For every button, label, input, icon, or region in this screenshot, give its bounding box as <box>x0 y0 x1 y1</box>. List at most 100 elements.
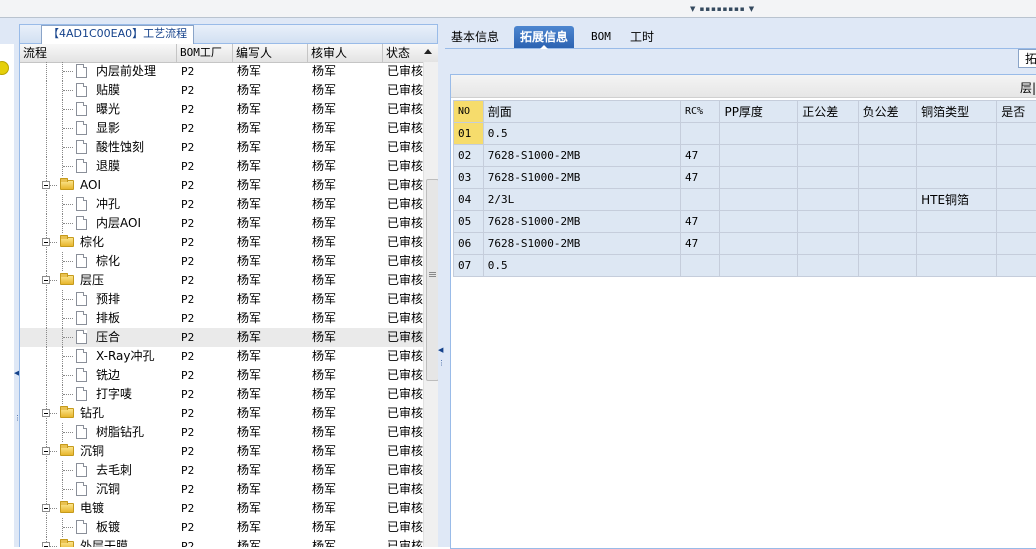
table-row[interactable]: 037628-S1000-2MB47 <box>454 167 1036 189</box>
tree-node[interactable]: 预排 <box>20 290 175 309</box>
copper-foil-cell[interactable] <box>917 167 997 189</box>
tab-bom[interactable]: BOM <box>585 26 617 48</box>
tree-node[interactable]: 铣边 <box>20 366 175 385</box>
tree-node[interactable]: 酸性蚀刻 <box>20 138 175 157</box>
positive-tolerance-cell[interactable] <box>798 167 858 189</box>
flag-cell[interactable] <box>997 167 1036 189</box>
section-cell[interactable]: 7628-S1000-2MB <box>483 233 680 255</box>
negative-tolerance-cell[interactable] <box>858 255 916 277</box>
positive-tolerance-cell[interactable] <box>798 211 858 233</box>
table-row[interactable]: 057628-S1000-2MB47 <box>454 211 1036 233</box>
positive-tolerance-cell[interactable] <box>798 233 858 255</box>
tree-row[interactable]: X-Ray冲孔P2杨军杨军已审核 <box>20 347 423 366</box>
rc-cell[interactable] <box>680 255 720 277</box>
col-header-positive-tolerance[interactable]: 正公差 <box>798 101 858 123</box>
pp-thickness-cell[interactable] <box>720 255 798 277</box>
col-header-process[interactable]: 流程 <box>20 44 177 62</box>
col-header-status[interactable]: 状态 <box>383 44 423 62</box>
tree-row[interactable]: 棕化P2杨军杨军已审核 <box>20 252 423 271</box>
copper-foil-cell[interactable] <box>917 145 997 167</box>
collapse-arrow-icon[interactable]: ◀ <box>438 346 443 354</box>
copper-foil-cell[interactable] <box>917 211 997 233</box>
collapse-toggle-icon[interactable] <box>42 409 50 417</box>
splitter-handle-icon[interactable]: ⋮ <box>438 359 445 367</box>
table-row[interactable]: 027628-S1000-2MB47 <box>454 145 1036 167</box>
tree-row[interactable]: 排板P2杨军杨军已审核 <box>20 309 423 328</box>
section-cell[interactable]: 0.5 <box>483 123 680 145</box>
flag-cell[interactable] <box>997 123 1036 145</box>
col-header-flag[interactable]: 是否 <box>997 101 1036 123</box>
col-header-rc[interactable]: RC% <box>680 101 720 123</box>
tree-row[interactable]: 酸性蚀刻P2杨军杨军已审核 <box>20 138 423 157</box>
tree-row[interactable]: 内层AOIP2杨军杨军已审核 <box>20 214 423 233</box>
tree-node[interactable]: 冲孔 <box>20 195 175 214</box>
tree-row[interactable]: 棕化P2杨军杨军已审核 <box>20 233 423 252</box>
tree-node[interactable]: 去毛刺 <box>20 461 175 480</box>
positive-tolerance-cell[interactable] <box>798 145 858 167</box>
flag-cell[interactable] <box>997 189 1036 211</box>
tree-row[interactable]: 预排P2杨军杨军已审核 <box>20 290 423 309</box>
row-number-cell[interactable]: 01 <box>454 123 484 145</box>
tree-row[interactable]: 沉铜P2杨军杨军已审核 <box>20 442 423 461</box>
tree-node[interactable]: 压合 <box>20 328 175 347</box>
col-header-no[interactable]: NO <box>454 101 484 123</box>
row-number-cell[interactable]: 03 <box>454 167 484 189</box>
tree-node[interactable]: 电镀 <box>20 499 175 518</box>
negative-tolerance-cell[interactable] <box>858 167 916 189</box>
tree-node[interactable]: 内层AOI <box>20 214 175 233</box>
tree-row[interactable]: 去毛刺P2杨军杨军已审核 <box>20 461 423 480</box>
col-header-negative-tolerance[interactable]: 负公差 <box>858 101 916 123</box>
section-cell[interactable]: 7628-S1000-2MB <box>483 145 680 167</box>
copper-foil-cell[interactable] <box>917 233 997 255</box>
tree-node[interactable]: 棕化 <box>20 252 175 271</box>
tree-row[interactable]: 打字唛P2杨军杨军已审核 <box>20 385 423 404</box>
flag-cell[interactable] <box>997 145 1036 167</box>
tree-row[interactable]: AOIP2杨军杨军已审核 <box>20 176 423 195</box>
collapse-toggle-icon[interactable] <box>42 542 50 547</box>
tree-row[interactable]: 压合P2杨军杨军已审核 <box>20 328 423 347</box>
collapse-toggle-icon[interactable] <box>42 238 50 246</box>
tree-node[interactable]: X-Ray冲孔 <box>20 347 175 366</box>
pp-thickness-cell[interactable] <box>720 189 798 211</box>
splitter-grip-icon[interactable]: ▼ ▪▪▪▪▪▪▪▪ ▼ <box>690 5 755 13</box>
pp-thickness-cell[interactable] <box>720 167 798 189</box>
positive-tolerance-cell[interactable] <box>798 189 858 211</box>
pp-thickness-cell[interactable] <box>720 123 798 145</box>
tree-node[interactable]: 贴膜 <box>20 81 175 100</box>
tree-node[interactable]: 树脂钻孔 <box>20 423 175 442</box>
pp-thickness-cell[interactable] <box>720 145 798 167</box>
scroll-up-arrow-icon[interactable] <box>424 49 432 54</box>
collapse-toggle-icon[interactable] <box>42 276 50 284</box>
center-splitter[interactable]: ◀ ⋮ <box>438 24 445 547</box>
copper-foil-cell[interactable] <box>917 255 997 277</box>
tree-row[interactable]: 显影P2杨军杨军已审核 <box>20 119 423 138</box>
col-header-bom-factory[interactable]: BOM工厂 <box>177 44 233 62</box>
tab-extended-info[interactable]: 拓展信息 <box>514 26 574 48</box>
tree-node[interactable]: 退膜 <box>20 157 175 176</box>
tree-node[interactable]: 排板 <box>20 309 175 328</box>
tree-node[interactable]: 显影 <box>20 119 175 138</box>
rc-cell[interactable] <box>680 189 720 211</box>
tree-row[interactable]: 冲孔P2杨军杨军已审核 <box>20 195 423 214</box>
tree-row[interactable]: 板镀P2杨军杨军已审核 <box>20 518 423 537</box>
tree-node[interactable]: 曝光 <box>20 100 175 119</box>
flag-cell[interactable] <box>997 233 1036 255</box>
table-row[interactable]: 067628-S1000-2MB47 <box>454 233 1036 255</box>
section-cell[interactable]: 7628-S1000-2MB <box>483 167 680 189</box>
tree-row[interactable]: 内层前处理P2杨军杨军已审核 <box>20 62 423 81</box>
table-row[interactable]: 010.5 <box>454 123 1036 145</box>
tree-node[interactable]: AOI <box>20 176 175 195</box>
row-number-cell[interactable]: 02 <box>454 145 484 167</box>
pp-thickness-cell[interactable] <box>720 211 798 233</box>
negative-tolerance-cell[interactable] <box>858 189 916 211</box>
negative-tolerance-cell[interactable] <box>858 123 916 145</box>
positive-tolerance-cell[interactable] <box>798 123 858 145</box>
tree-row[interactable]: 外层干膜P2杨军杨军已审核 <box>20 537 423 547</box>
tree-row[interactable]: 曝光P2杨军杨军已审核 <box>20 100 423 119</box>
tree-node[interactable]: 内层前处理 <box>20 62 175 81</box>
tree-node[interactable]: 打字唛 <box>20 385 175 404</box>
rc-cell[interactable]: 47 <box>680 145 720 167</box>
row-number-cell[interactable]: 07 <box>454 255 484 277</box>
rc-cell[interactable] <box>680 123 720 145</box>
tree-row[interactable]: 退膜P2杨军杨军已审核 <box>20 157 423 176</box>
